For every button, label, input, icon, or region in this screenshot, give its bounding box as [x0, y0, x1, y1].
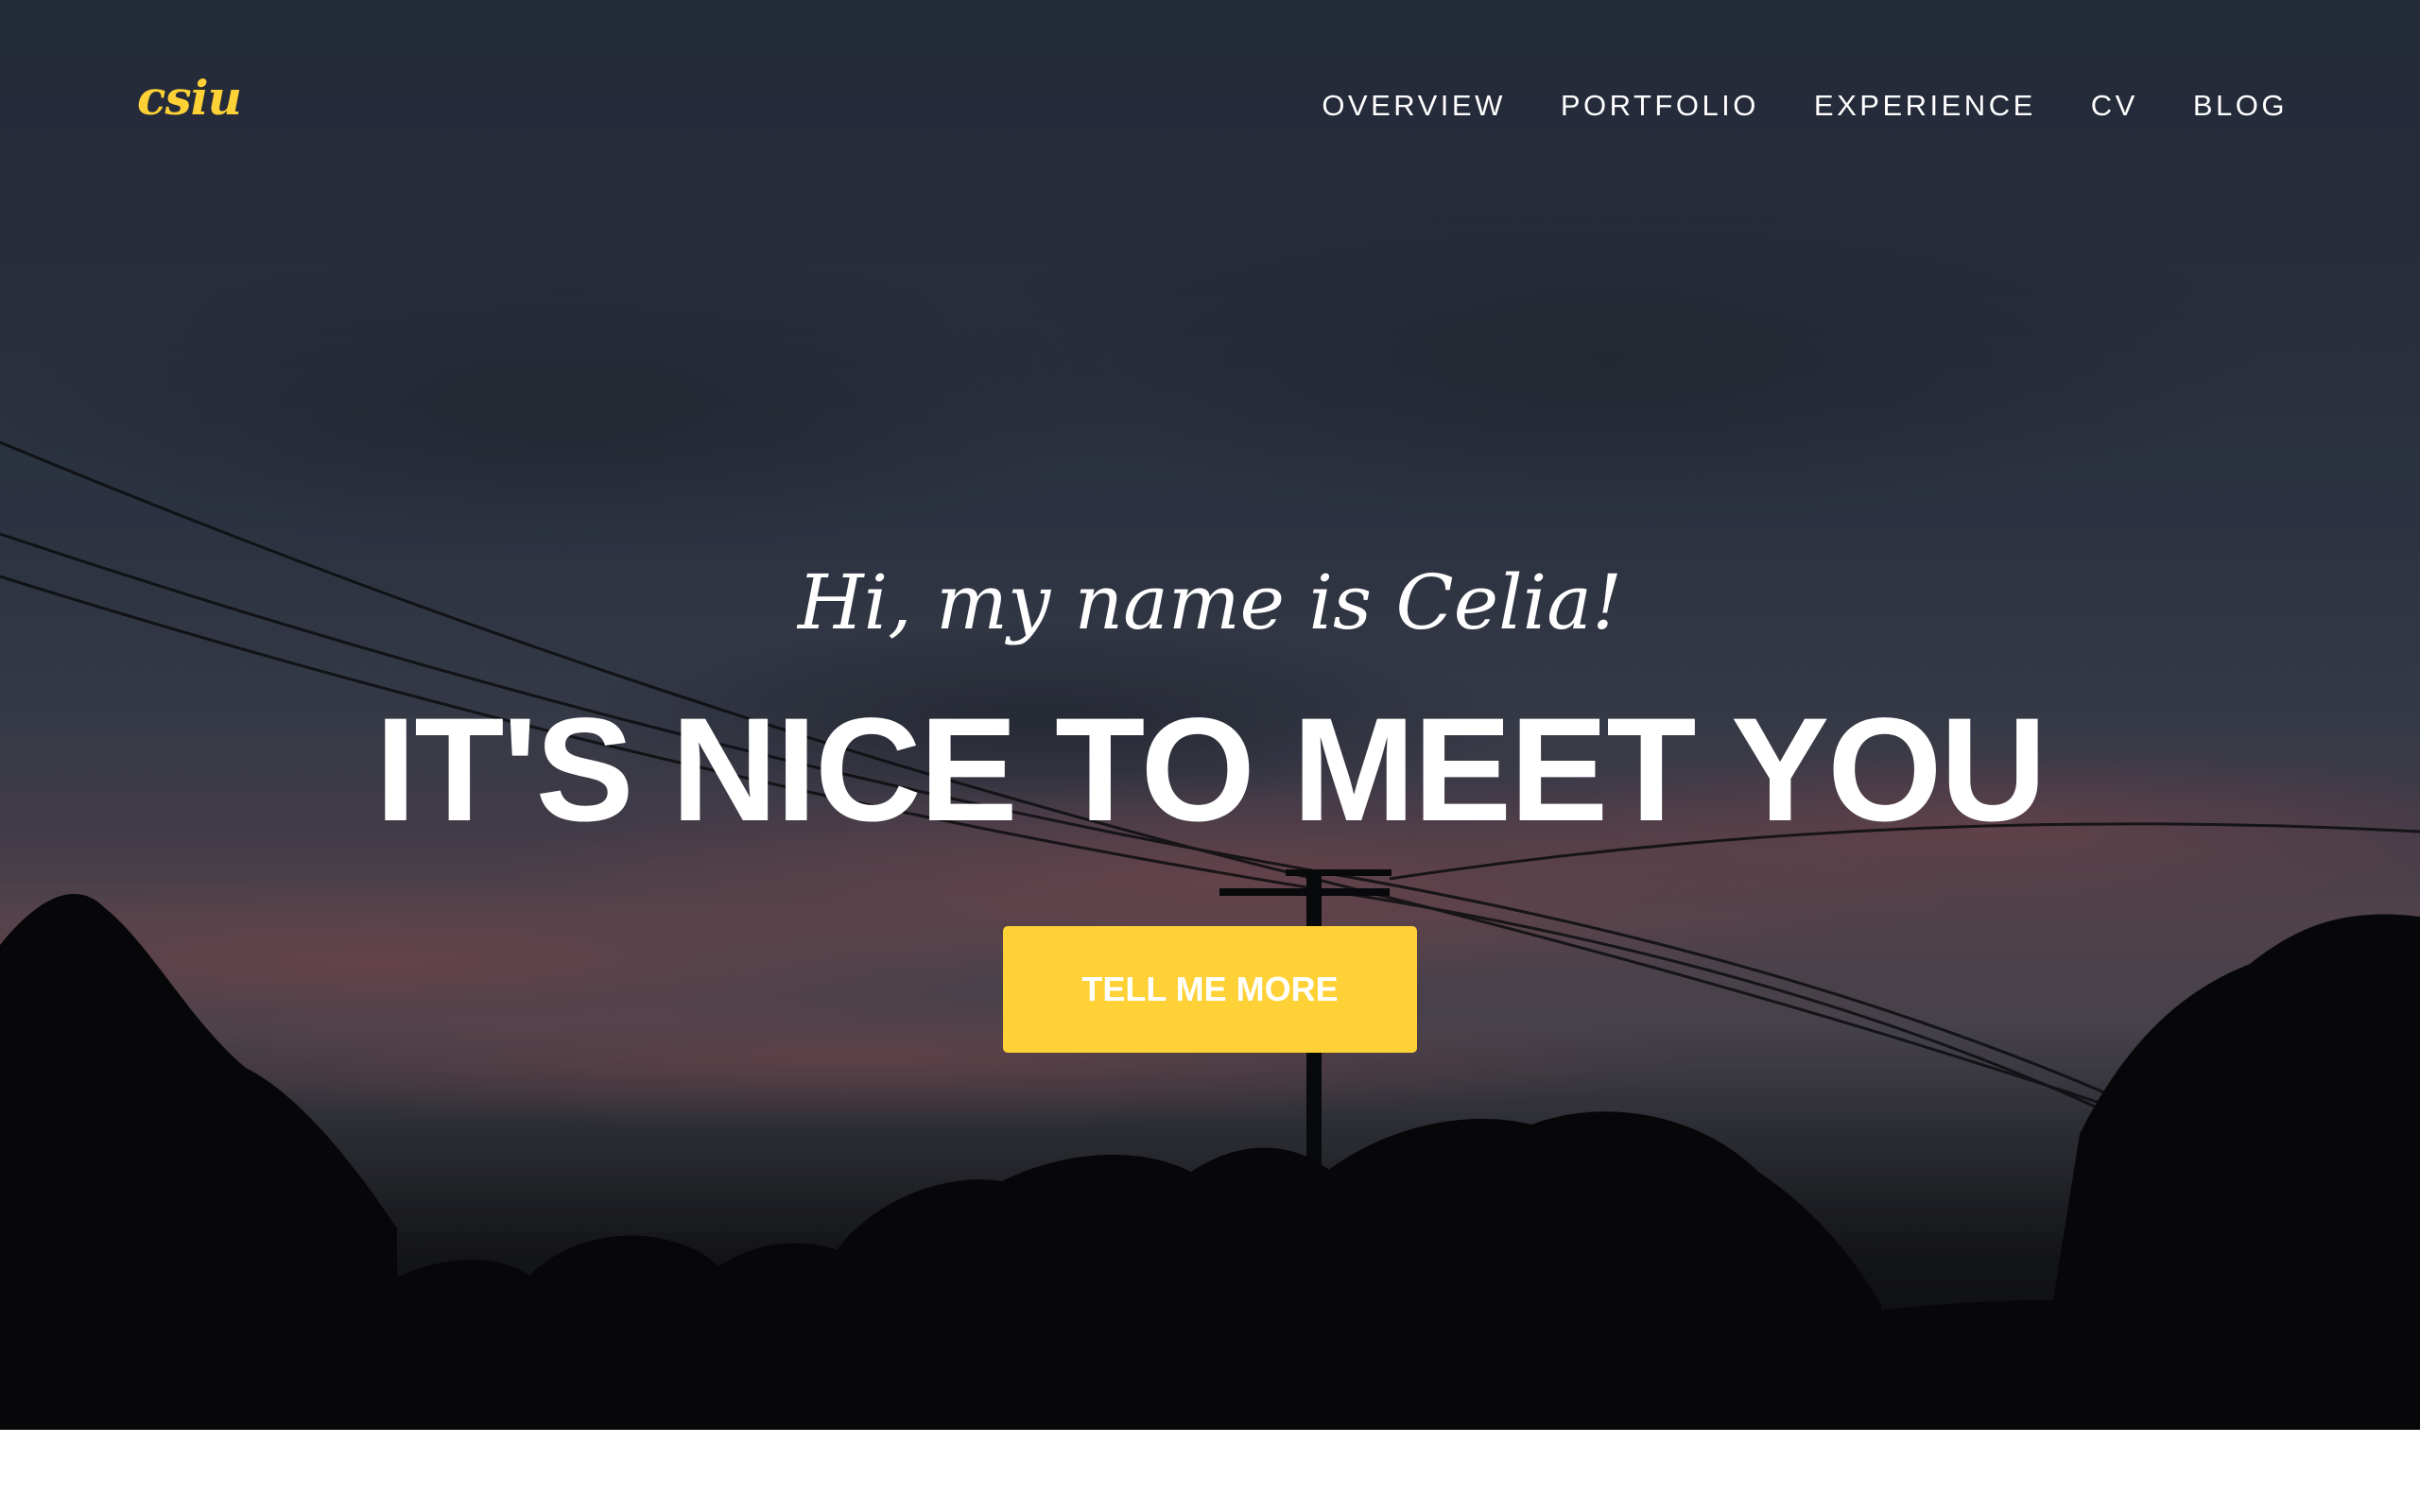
nav-link-blog[interactable]: BLOG [2193, 83, 2288, 129]
intro-lead-in: Hi, my name is Celia! [797, 558, 1623, 646]
intro-heading: IT'S NICE TO MEET YOU [374, 688, 2047, 852]
brand-logo[interactable]: csiu [137, 70, 242, 126]
nav-link-cv[interactable]: CV [2091, 83, 2138, 129]
hero-section: csiu OVERVIEW PORTFOLIO EXPERIENCE CV BL… [0, 0, 2420, 1430]
nav-links: OVERVIEW PORTFOLIO EXPERIENCE CV BLOG [1267, 83, 2288, 129]
nav-link-portfolio[interactable]: PORTFOLIO [1561, 83, 1759, 129]
top-navbar: csiu OVERVIEW PORTFOLIO EXPERIENCE CV BL… [0, 0, 2420, 212]
nav-link-overview[interactable]: OVERVIEW [1322, 83, 1506, 129]
tell-me-more-button[interactable]: TELL ME MORE [1003, 926, 1417, 1053]
nav-link-experience[interactable]: EXPERIENCE [1814, 83, 2036, 129]
